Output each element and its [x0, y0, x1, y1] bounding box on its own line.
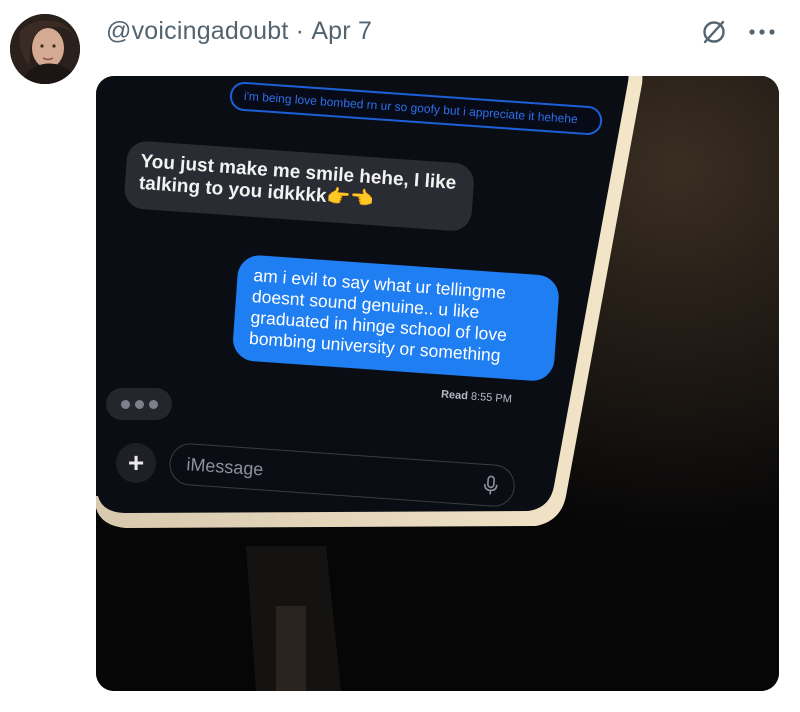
imessage-input: iMessage	[168, 442, 517, 509]
read-receipt: Read 8:55 PM	[441, 389, 513, 406]
typing-indicator	[106, 388, 172, 420]
avatar[interactable]	[10, 14, 80, 84]
message-sent: am i evil to say what ur tellingme doesn…	[231, 254, 561, 383]
tweet-date[interactable]: Apr 7	[311, 17, 372, 45]
read-label: Read	[440, 388, 469, 403]
plus-button: +	[116, 443, 156, 483]
message-received: You just make me smile hehe, I like talk…	[123, 140, 476, 233]
message-sent-previous: i'm being love bombed rn ur so goofy but…	[228, 81, 604, 136]
imessage-screen: i'm being love bombed rn ur so goofy but…	[96, 76, 779, 691]
imessage-placeholder: iMessage	[185, 454, 265, 480]
tweet: @voicingadoubt · Apr 7 i'm being love bo…	[0, 0, 800, 712]
typing-dot	[148, 399, 158, 409]
read-time: 8:55 PM	[470, 390, 513, 406]
more-icon[interactable]	[746, 16, 778, 48]
header-separator: ·	[295, 16, 305, 45]
typing-dot	[134, 399, 144, 409]
tweet-media-photo[interactable]: i'm being love bombed rn ur so goofy but…	[96, 76, 779, 691]
microphone-icon	[484, 475, 498, 495]
user-handle[interactable]: @voicingadoubt	[106, 17, 288, 45]
tweet-header: @voicingadoubt · Apr 7	[106, 16, 372, 46]
typing-dot	[120, 399, 130, 409]
header-actions	[698, 16, 778, 48]
grok-icon[interactable]	[698, 16, 730, 48]
